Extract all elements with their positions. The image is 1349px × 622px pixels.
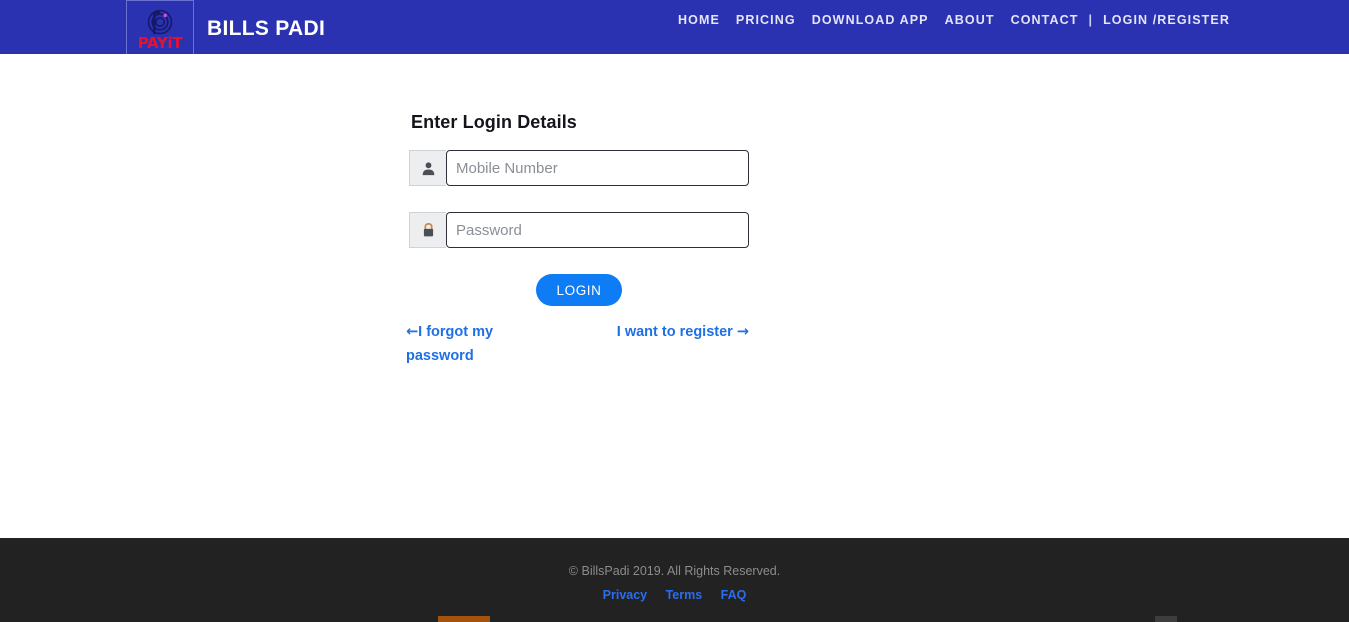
payit-spiral-p-icon <box>147 9 173 35</box>
lock-icon <box>409 212 446 248</box>
nav-login-register[interactable]: LOGIN /REGISTER <box>1095 13 1230 27</box>
brand-title: BILLS PADI <box>207 16 326 40</box>
nav-home[interactable]: HOME <box>670 13 728 27</box>
payit-logo[interactable]: PAYiT <box>126 0 194 57</box>
copyright-text: © BillsPadi 2019. All Rights Reserved. <box>568 564 781 578</box>
browser-download-indicator <box>438 616 490 622</box>
nav-pricing[interactable]: PRICING <box>728 13 804 27</box>
mobile-number-row <box>409 150 749 186</box>
page-title: Enter Login Details <box>411 112 577 132</box>
footer-link-terms[interactable]: Terms <box>666 588 703 602</box>
site-footer: © BillsPadi 2019. All Rights Reserved. P… <box>0 538 1349 622</box>
brand[interactable]: PAYiT BILLS PADI <box>126 0 325 57</box>
form-links: ←I forgot my password I want to register… <box>406 320 749 370</box>
nav-about[interactable]: ABOUT <box>937 13 1003 27</box>
nav-download-app[interactable]: DOWNLOAD APP <box>804 13 937 27</box>
nav-contact[interactable]: CONTACT <box>1003 13 1087 27</box>
browser-status-indicator <box>1155 616 1177 622</box>
forgot-password-label: I forgot my password <box>406 324 494 364</box>
footer-link-privacy[interactable]: Privacy <box>603 588 647 602</box>
password-row <box>409 212 749 248</box>
nav-separator: | <box>1088 13 1094 27</box>
site-header: PAYiT BILLS PADI HOME PRICING DOWNLOAD A… <box>0 0 1349 57</box>
arrow-left-icon: ← <box>406 324 419 340</box>
login-form: Enter Login Details LOGIN ← <box>406 112 749 370</box>
arrow-right-icon: → <box>736 324 749 340</box>
register-link[interactable]: I want to register → <box>617 320 749 344</box>
password-input[interactable] <box>446 212 749 248</box>
footer-link-faq[interactable]: FAQ <box>721 588 747 602</box>
mobile-number-input[interactable] <box>446 150 749 186</box>
login-button[interactable]: LOGIN <box>536 274 622 306</box>
register-label: I want to register <box>616 324 733 340</box>
submit-row: LOGIN <box>409 274 749 306</box>
footer-links: Privacy Terms FAQ <box>0 586 1349 604</box>
user-icon <box>409 150 446 186</box>
main-content: Enter Login Details LOGIN ← <box>0 54 1349 538</box>
payit-logo-text: PAYiT <box>137 33 183 52</box>
forgot-password-link[interactable]: ←I forgot my password <box>406 320 526 368</box>
main-navigation: HOME PRICING DOWNLOAD APP ABOUT CONTACT … <box>670 13 1230 27</box>
